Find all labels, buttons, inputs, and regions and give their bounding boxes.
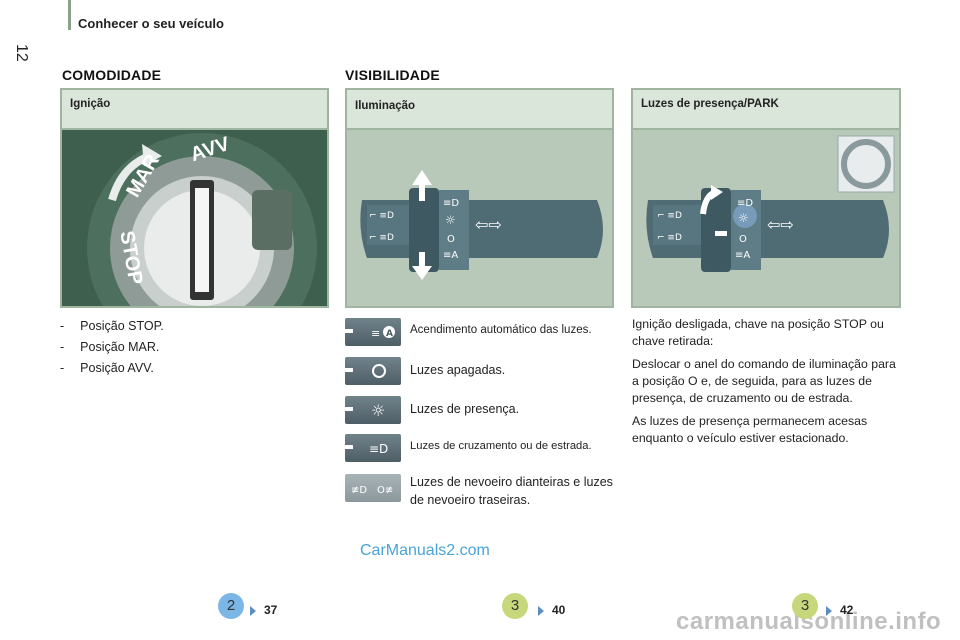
arrow-right-icon [538, 605, 544, 616]
svg-text:≡: ≡ [371, 327, 380, 340]
svg-text:≡D: ≡D [443, 198, 459, 209]
svg-text:A: A [386, 329, 393, 339]
arrow-right-icon [250, 605, 256, 616]
page-ref-37[interactable]: 37 [250, 603, 277, 617]
ref-badge-3: 3 [792, 593, 818, 619]
parking-lights-icon: ☼ [345, 396, 401, 424]
page-header-title: Conhecer o seu veículo [78, 16, 224, 31]
svg-text:☼: ☼ [738, 211, 749, 225]
lights-off-icon [345, 357, 401, 385]
parking-lights-panel-title: Luzes de presença/PARK [641, 98, 779, 110]
ignition-panel-title: Ignição [70, 98, 111, 110]
legend-row-fog: ≢D O≢ Luzes de nevoeiro dianteiras e luze… [345, 474, 625, 514]
arrow-right-icon [826, 605, 832, 616]
page-number: 12 [13, 44, 30, 62]
svg-text:≢D: ≢D [351, 485, 367, 496]
lighting-panel-title: Iluminação [355, 100, 416, 112]
svg-text:⌐ ≡D: ⌐ ≡D [369, 211, 394, 221]
list-item: - Posição STOP. [60, 319, 164, 333]
svg-text:☼: ☼ [445, 213, 456, 227]
parking-lights-illustration: ⌐ ≡D ⌐ ≡D ≡D ☼ O ≡A ⇦⇨ [633, 130, 899, 306]
legend-fog-text: Luzes de nevoeiro dianteiras e luzes de … [410, 475, 613, 507]
page-ref-42[interactable]: 42 [826, 603, 853, 617]
low-high-beam-icon: ≡D [345, 434, 401, 462]
auto-lights-icon: ≡ A [345, 318, 401, 346]
svg-text:⌐ ≡D: ⌐ ≡D [657, 233, 682, 243]
svg-text:O: O [739, 234, 747, 245]
parking-lights-description: Ignição desligada, chave na posição STOP… [632, 316, 904, 453]
lighting-panel-header: Iluminação [347, 90, 612, 130]
legend-row-auto: ≡ A Acendimento automático das luzes. [345, 318, 625, 348]
svg-text:O: O [447, 234, 455, 245]
paragraph: Ignição desligada, chave na posição STOP… [632, 317, 884, 348]
paragraph: As luzes de presença permanecem acesas e… [632, 414, 868, 445]
legend-parking-text: Luzes de presença. [410, 402, 520, 416]
svg-text:≡A: ≡A [735, 250, 750, 261]
legend-row-off: Luzes apagadas. [345, 357, 625, 387]
lighting-panel: Iluminação ⌐ ≡D ⌐ ≡D ≡D ☼ O ≡A ⇦⇨ [345, 88, 614, 308]
list-item: - Posição AVV. [60, 361, 154, 375]
svg-text:⌐ ≡D: ⌐ ≡D [369, 233, 394, 243]
paragraph: Deslocar o anel do comando de iluminação… [632, 357, 896, 405]
header-bar [68, 0, 71, 30]
list-item: - Posição MAR. [60, 340, 160, 354]
ref-badge-3: 3 [502, 593, 528, 619]
page-ref-40[interactable]: 40 [538, 603, 565, 617]
ignition-panel: Ignição AVV MAR STOP [60, 88, 329, 308]
svg-text:≡D: ≡D [737, 198, 753, 209]
legend-off-text: Luzes apagadas. [410, 363, 506, 377]
legend-beam-text: Luzes de cruzamento ou de estrada. [410, 440, 592, 452]
section-title-visibilidade: VISIBILIDADE [345, 67, 440, 83]
ignition-positions-list: - Posição STOP. - Posição MAR. - Posição AV… [60, 316, 164, 379]
legend-row-parking: ☼ Luzes de presença. [345, 396, 625, 426]
parking-lights-panel: Luzes de presença/PARK ⌐ ≡D ⌐ ≡D ≡D ☼ O … [631, 88, 901, 308]
parking-lights-panel-header: Luzes de presença/PARK [633, 90, 899, 130]
ref-badge-2: 2 [218, 593, 244, 619]
legend-row-beam: ≡D Luzes de cruzamento ou de estrada. [345, 434, 625, 464]
watermark-link[interactable]: CarManuals2.com [360, 542, 490, 560]
lighting-stalk-illustration: ⌐ ≡D ⌐ ≡D ≡D ☼ O ≡A ⇦⇨ [347, 130, 612, 306]
ignition-illustration: AVV MAR STOP [62, 130, 327, 306]
svg-text:☼: ☼ [371, 401, 385, 420]
section-title-comodidade: COMODIDADE [62, 67, 162, 83]
svg-text:⇦⇨: ⇦⇨ [475, 215, 502, 234]
svg-text:⌐ ≡D: ⌐ ≡D [657, 211, 682, 221]
svg-text:O≢: O≢ [377, 485, 393, 496]
svg-text:≡A: ≡A [443, 250, 458, 261]
fog-lights-icon: ≢D O≢ [345, 474, 401, 502]
ignition-panel-header: Ignição [62, 90, 327, 130]
svg-text:⇦⇨: ⇦⇨ [767, 215, 794, 234]
legend-auto-text: Acendimento automático das luzes. [410, 324, 592, 336]
svg-text:≡D: ≡D [369, 442, 388, 456]
